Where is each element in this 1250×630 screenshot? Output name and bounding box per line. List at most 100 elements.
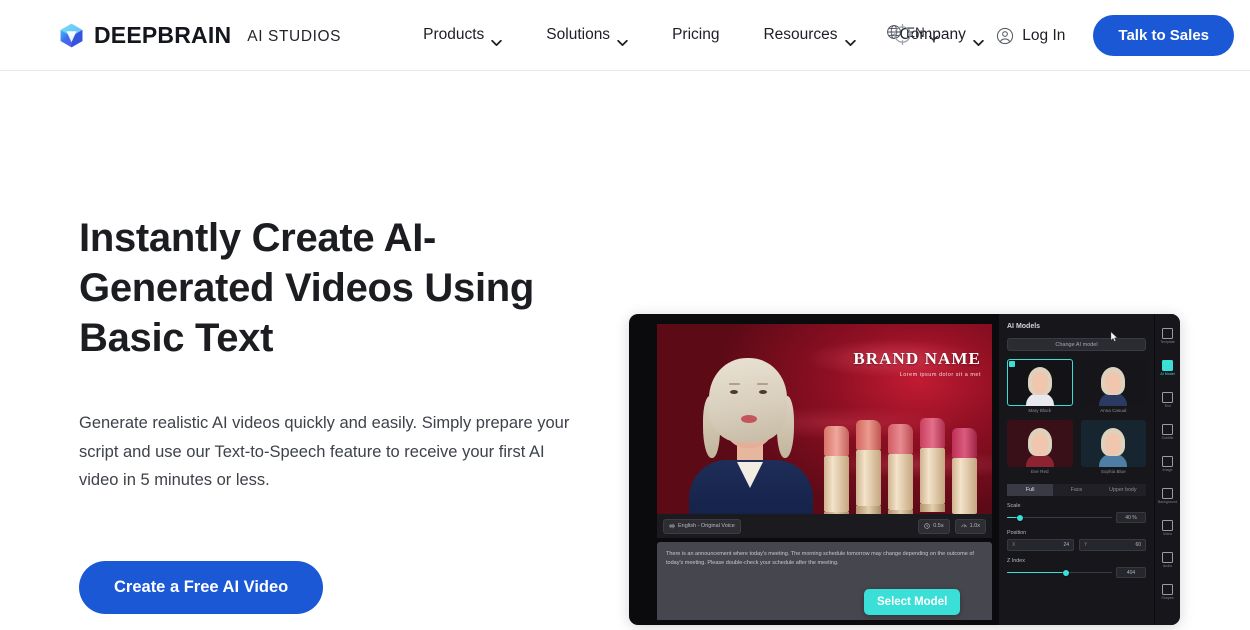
nav-item-solutions[interactable]: Solutions — [524, 26, 650, 46]
rail-item-image[interactable]: Image — [1155, 448, 1180, 479]
nav-label: Resources — [763, 26, 838, 43]
talk-to-sales-button[interactable]: Talk to Sales — [1093, 15, 1234, 56]
hero-description: Generate realistic AI videos quickly and… — [79, 414, 570, 489]
model-name: Mary Black — [1028, 408, 1052, 413]
scale-value[interactable]: 40 % — [1116, 512, 1146, 523]
presenter-eye-right — [759, 390, 767, 394]
hero-copy: Instantly Create AI-Generated Videos Usi… — [0, 71, 630, 630]
editor-tool-rail: Template AI Model Text Subtitle Image Ba… — [1155, 314, 1180, 625]
subtitle-icon — [1162, 423, 1173, 435]
lipstick-item — [952, 428, 977, 514]
chevron-down-icon — [844, 33, 856, 46]
presenter-mouth — [741, 415, 757, 423]
template-icon — [1162, 327, 1173, 339]
model-name: Sophia Blue — [1100, 469, 1126, 474]
script-editor[interactable]: There is an announcement where today's m… — [657, 542, 992, 620]
tab-upper-body[interactable]: Upper body — [1099, 484, 1146, 496]
mouse-cursor-icon — [1110, 329, 1118, 342]
model-card[interactable]: Anna Casual — [1080, 359, 1146, 413]
script-text: There is an announcement where today's m… — [666, 551, 974, 566]
model-name: Eve Red — [1030, 469, 1049, 474]
nav-label: Products — [423, 26, 485, 43]
model-card[interactable]: Sophia Blue — [1080, 420, 1146, 474]
position-y-value: 60 — [1135, 542, 1141, 548]
presenter-collar — [737, 462, 763, 488]
rail-item-text[interactable]: Text — [1155, 384, 1180, 415]
lipstick-item — [824, 426, 849, 514]
site-header: DEEPBRAIN AI STUDIOS Products Solutions … — [0, 0, 1250, 71]
position-control: X 24 Y 60 — [1007, 539, 1146, 551]
change-ai-model-button[interactable]: Change AI model — [1007, 338, 1146, 351]
login-button[interactable]: Log In — [996, 27, 1065, 45]
chevron-down-icon — [928, 29, 938, 41]
voice-chip[interactable]: English - Original Voice — [663, 518, 741, 534]
background-icon — [1162, 487, 1173, 499]
create-free-ai-video-button[interactable]: Create a Free AI Video — [79, 560, 324, 614]
page-title: Instantly Create AI-Generated Videos Usi… — [79, 216, 535, 360]
presenter-hair — [709, 358, 787, 442]
rail-label: Video — [1162, 531, 1173, 536]
nav-item-resources[interactable]: Resources — [741, 26, 877, 46]
model-thumbnail — [1025, 364, 1055, 406]
model-card[interactable]: Mary Black — [1007, 359, 1073, 413]
select-model-button[interactable]: Select Model — [864, 589, 961, 615]
clock-icon — [924, 523, 930, 529]
model-grid: Mary Black Anna Casual Eve Red Sophia Bl… — [1007, 359, 1146, 474]
presenter-brow-right — [757, 383, 768, 385]
model-thumbnail — [1098, 364, 1128, 406]
position-x-key: X — [1012, 542, 1016, 548]
position-x-value: 24 — [1063, 542, 1069, 548]
tab-full[interactable]: Full — [1007, 484, 1054, 496]
rail-item-template[interactable]: Template — [1155, 320, 1180, 351]
lipstick-product-group — [822, 418, 990, 514]
rail-label: Subtitle — [1161, 435, 1174, 440]
hero-cta-row: Create a Free AI Video No credit card is… — [79, 560, 630, 630]
nav-item-pricing[interactable]: Pricing — [650, 26, 741, 44]
chevron-down-icon — [617, 33, 628, 46]
rail-label: Template — [1160, 339, 1175, 344]
ai-presenter-avatar — [685, 352, 817, 514]
speed-chip[interactable]: 1.0x — [954, 518, 986, 534]
rail-item-ai-model[interactable]: AI Model — [1155, 352, 1180, 383]
video-preview-stage[interactable]: BRAND NAME Lorem ipsum dolor sit a met — [657, 324, 992, 514]
rail-item-subtitle[interactable]: Subtitle — [1155, 416, 1180, 447]
duration-chip[interactable]: 0.5s — [918, 518, 950, 534]
lipstick-item — [920, 418, 945, 514]
tab-face[interactable]: Face — [1053, 484, 1100, 496]
model-name: Anna Casual — [1100, 408, 1127, 413]
lipstick-item — [888, 424, 913, 514]
nav-item-products[interactable]: Products — [401, 26, 524, 46]
position-x-field[interactable]: X 24 — [1007, 539, 1074, 551]
crop-mode-tabs: Full Face Upper body — [1007, 484, 1146, 496]
position-label: Position — [1007, 530, 1027, 536]
scale-slider[interactable] — [1007, 513, 1112, 523]
rail-item-background[interactable]: Background — [1155, 480, 1180, 511]
hero-section: Instantly Create AI-Generated Videos Usi… — [0, 71, 1250, 630]
panel-title: AI Models — [1007, 323, 1041, 330]
stage-brand-text: BRAND NAME Lorem ipsum dolor sit a met — [853, 349, 981, 378]
chevron-down-icon — [973, 33, 984, 46]
selected-indicator-icon — [1009, 361, 1015, 367]
brand-name: DEEPBRAIN — [94, 21, 232, 48]
z-index-label: Z Index — [1007, 558, 1025, 564]
ai-models-panel: AI Models Change AI model Mary Black Ann… — [999, 314, 1154, 625]
rail-item-shapes[interactable]: Shapes — [1155, 576, 1180, 607]
gauge-icon — [961, 523, 967, 529]
audio-icon — [1162, 551, 1173, 563]
language-switcher[interactable]: EN — [886, 24, 938, 41]
scale-label: Scale — [1007, 503, 1021, 509]
rail-label: Shapes — [1161, 595, 1174, 600]
language-label: EN — [906, 24, 925, 40]
presenter-eye-left — [730, 390, 738, 394]
rail-item-audio[interactable]: Audio — [1155, 544, 1180, 575]
model-card[interactable]: Eve Red — [1007, 420, 1073, 474]
nav-label: Solutions — [546, 26, 611, 43]
brand-logo[interactable]: DEEPBRAIN AI STUDIOS — [58, 22, 341, 49]
z-index-slider[interactable] — [1007, 568, 1112, 578]
stage-brand-title: BRAND NAME — [853, 349, 981, 368]
z-index-value[interactable]: 404 — [1116, 567, 1146, 578]
model-thumbnail — [1098, 425, 1128, 467]
rail-item-video[interactable]: Video — [1155, 512, 1180, 543]
lipstick-item — [856, 420, 881, 514]
position-y-field[interactable]: Y 60 — [1079, 539, 1146, 551]
